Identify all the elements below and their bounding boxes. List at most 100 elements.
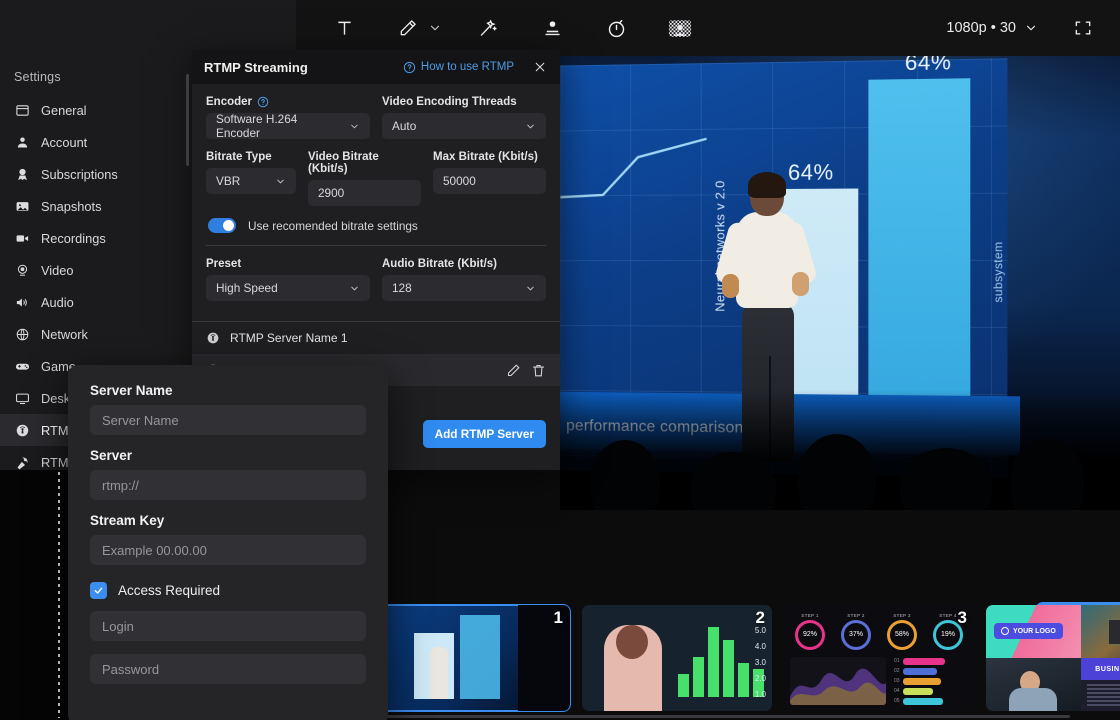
- server-url-input[interactable]: [90, 470, 366, 500]
- access-required-row: Access Required: [90, 582, 366, 599]
- sidebar-label-network: Network: [41, 327, 88, 342]
- video-preview[interactable]: 64% 64% 2.0 Neural networks v 2.0 subsys…: [560, 56, 1120, 510]
- image-icon: [14, 198, 30, 214]
- check-icon: [93, 585, 104, 596]
- effects-tool-button[interactable]: [470, 10, 506, 46]
- add-rtmp-server-button[interactable]: Add RTMP Server: [423, 420, 546, 448]
- audio-bitrate-select[interactable]: 128: [382, 275, 546, 301]
- text-tool-button[interactable]: [326, 10, 362, 46]
- preview-bar-label-back: 64%: [905, 56, 951, 76]
- portrait-tool-button[interactable]: [534, 10, 570, 46]
- video-threads-label: Video Encoding Threads: [382, 96, 546, 108]
- video-threads-value: Auto: [392, 119, 416, 133]
- fullscreen-button[interactable]: [1068, 13, 1098, 43]
- access-required-checkbox[interactable]: [90, 582, 107, 599]
- sidebar-item-snapshots[interactable]: Snapshots: [0, 190, 192, 222]
- thumb4-logo-quadrant: YOUR LOGO: [986, 605, 1081, 658]
- sidebar-item-account[interactable]: Account: [0, 126, 192, 158]
- scene-number-2: 2: [756, 608, 765, 628]
- thumb4-title-text: BUSINESS INTRO: [1081, 658, 1120, 680]
- password-input[interactable]: [90, 654, 366, 684]
- video-bitrate-input[interactable]: [308, 180, 421, 206]
- logo-circle-icon: [1001, 627, 1009, 635]
- preview-slide-side-label: subsystem: [991, 241, 1005, 302]
- thumb4-text-quadrant: BUSINESS INTRO PDF: [1081, 658, 1120, 711]
- thumb3-legend: 01 02 03 04 05: [894, 658, 968, 705]
- speaker-icon: [14, 294, 30, 310]
- video-scene-image: 64% 64% 2.0 Neural networks v 2.0 subsys…: [560, 56, 1120, 510]
- edit-server-button[interactable]: [506, 363, 521, 378]
- app-root: 1080p • 30 Settings General Account: [0, 0, 1120, 720]
- top-toolbar: 1080p • 30: [0, 0, 1120, 56]
- thumb3-area-chart: [790, 657, 886, 705]
- preset-select[interactable]: High Speed: [206, 275, 370, 301]
- thumb3-legend-02: 02: [894, 668, 900, 674]
- thumb4-logo-badge: YOUR LOGO: [994, 623, 1063, 639]
- draw-tool-chevron-down-icon[interactable]: [428, 21, 442, 35]
- sidebar-item-network[interactable]: Network: [0, 318, 192, 350]
- scene-thumbnail-1[interactable]: 1: [380, 605, 570, 711]
- thumb3-step3-label: STEP 3: [882, 613, 922, 618]
- server-name-input[interactable]: [90, 405, 366, 435]
- person-icon: [14, 134, 30, 150]
- background-tool-button[interactable]: [662, 10, 698, 46]
- scene-thumbnail-2[interactable]: 1.0 2.0 3.0 4.0 5.0 2: [582, 605, 772, 711]
- thumb2-tick-2: 2.0: [755, 674, 766, 683]
- preview-bar-back: [868, 78, 970, 401]
- bitrate-type-chevron-down-icon: [275, 176, 286, 187]
- trash-icon: [531, 363, 546, 378]
- topbar-left-spacer: [0, 0, 296, 56]
- scene-thumbnail-3[interactable]: STEP 1 92% STEP 2 37% STEP 3 58% STEP 4 …: [784, 605, 974, 711]
- thumb3-legend-03: 03: [894, 678, 900, 684]
- pencil-icon: [506, 363, 521, 378]
- thumb2-bar-chart: [678, 621, 764, 697]
- sidebar-item-video[interactable]: Video: [0, 254, 192, 286]
- satellite-icon: [14, 454, 30, 470]
- award-icon: [14, 166, 30, 182]
- bitrate-type-select[interactable]: VBR: [206, 168, 296, 194]
- audience-silhouettes: [560, 390, 1120, 510]
- recommended-bitrate-toggle-row: Use recomended bitrate settings: [208, 218, 546, 233]
- panel-header: RTMP Streaming How to use RTMP: [192, 50, 560, 84]
- thumb2-tick-3: 3.0: [755, 658, 766, 667]
- scene-thumbnail-4[interactable]: YOUR LOGO BUSINESS INTRO PDF 4: [986, 605, 1120, 711]
- thumb3-legend-01: 01: [894, 658, 900, 664]
- video-camera-icon: [14, 230, 30, 246]
- panel-close-button[interactable]: [532, 59, 548, 75]
- how-to-use-rtmp-link[interactable]: How to use RTMP: [403, 61, 514, 74]
- max-bitrate-input[interactable]: [433, 168, 546, 194]
- bitrate-type-value: VBR: [216, 174, 240, 188]
- thumb2-tick-4: 4.0: [755, 642, 766, 651]
- stream-key-input[interactable]: [90, 535, 366, 565]
- sidebar-scrollbar[interactable]: [186, 74, 189, 166]
- timer-tool-button[interactable]: [598, 10, 634, 46]
- draw-tool-group: [390, 10, 442, 46]
- video-threads-select[interactable]: Auto: [382, 113, 546, 139]
- delete-server-button[interactable]: [531, 363, 546, 378]
- question-circle-icon: [403, 61, 416, 74]
- encoder-label-wrap: Encoder: [206, 96, 370, 108]
- rtmp-server-item-1[interactable]: RTMP Server Name 1: [192, 322, 560, 354]
- sidebar-item-recordings[interactable]: Recordings: [0, 222, 192, 254]
- sidebar-item-audio[interactable]: Audio: [0, 286, 192, 318]
- thumb3-legend-04: 04: [894, 688, 900, 694]
- draw-tool-button[interactable]: [390, 10, 426, 46]
- sidebar-item-general[interactable]: General: [0, 94, 192, 126]
- sidebar-item-subscriptions[interactable]: Subscriptions: [0, 158, 192, 190]
- audio-bitrate-chevron-down-icon: [525, 283, 536, 294]
- thumb2-tick-1: 1.0: [755, 690, 766, 699]
- thumb4-person-quadrant: [986, 658, 1081, 711]
- encoder-select[interactable]: Software H.264 Encoder: [206, 113, 370, 139]
- modal-server-label: Server: [90, 448, 366, 463]
- bitrate-row: Bitrate Type VBR Video Bitrate (Kbit/s) …: [206, 151, 546, 206]
- recommended-bitrate-toggle[interactable]: [208, 218, 236, 233]
- modal-server-name-label: Server Name: [90, 383, 366, 398]
- monitor-icon: [14, 390, 30, 406]
- gamepad-icon: [14, 358, 30, 374]
- resolution-selector[interactable]: 1080p • 30: [938, 14, 1046, 42]
- login-input[interactable]: [90, 611, 366, 641]
- encoder-info-icon[interactable]: [257, 96, 269, 108]
- scene-boundary-marker: [58, 472, 60, 718]
- video-threads-chevron-down-icon: [525, 121, 536, 132]
- thumb3-step2-ring: 37%: [841, 620, 871, 650]
